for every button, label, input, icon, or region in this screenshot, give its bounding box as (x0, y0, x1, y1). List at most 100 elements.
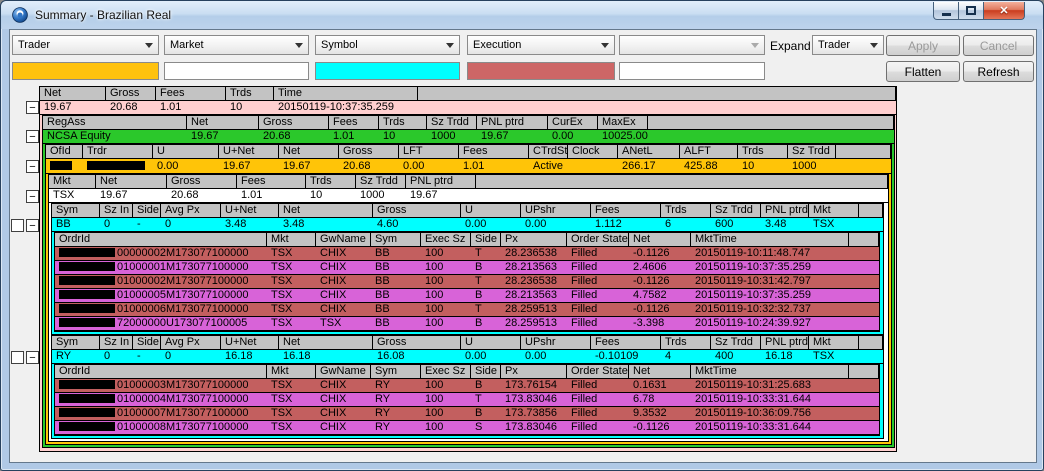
cancel-button[interactable]: Cancel (963, 35, 1034, 56)
orders-header-row[interactable]: OrdrIdMktGwNameSymExec SzSidePxOrder Sta… (55, 233, 879, 247)
symbol-header-row[interactable]: SymSz InSideAvg PxU+NetNetGrossUUPshrFee… (52, 204, 883, 218)
collapse-regass-button[interactable]: − (26, 130, 39, 143)
column-header[interactable]: Order State (567, 365, 629, 378)
column-header[interactable]: Mkt (809, 204, 859, 217)
regass-header-row[interactable]: RegAssNetGrossFeesTrdsSz TrddPNL ptrdCur… (43, 116, 894, 130)
trader-filter-input[interactable] (12, 62, 159, 80)
column-header[interactable]: Sym (371, 233, 421, 246)
order-row[interactable]: 00000002M173077100000TSXCHIXBB100T28.236… (55, 247, 879, 261)
column-header[interactable]: Net (40, 87, 106, 100)
collapse-summary-button[interactable]: − (26, 101, 39, 114)
market-row[interactable]: TSX19.6720.681.0110100019.67 (49, 189, 888, 203)
order-row[interactable]: 01000007M173077100000TSXCHIXRY100B173.73… (55, 407, 879, 421)
column-header[interactable]: Mkt (267, 365, 316, 378)
column-header[interactable]: Gross (167, 175, 237, 188)
order-row[interactable]: 01000008M173077100000TSXCHIXRY100S173.83… (55, 421, 879, 435)
column-header[interactable]: OrdrId (55, 233, 267, 246)
office-row[interactable]: 0.0019.6719.6720.680.001.01Active266.174… (46, 159, 891, 174)
orders-header-row[interactable]: OrdrIdMktGwNameSymExec SzSidePxOrder Sta… (55, 365, 879, 379)
column-header[interactable]: Sym (371, 365, 421, 378)
column-header[interactable]: RegAss (43, 116, 187, 129)
column-header[interactable] (859, 336, 883, 349)
column-header[interactable]: Time (274, 87, 418, 100)
column-header[interactable]: PNL ptrd (761, 336, 809, 349)
column-header[interactable]: U+Net (221, 336, 279, 349)
symbol-header-row[interactable]: SymSz InSideAvg PxU+NetNetGrossUUPshrFee… (52, 336, 883, 350)
column-header[interactable]: Net (96, 175, 167, 188)
column-header[interactable] (849, 233, 879, 246)
column-header[interactable]: PNL ptrd (761, 204, 809, 217)
minimize-button[interactable] (933, 2, 959, 20)
column-header[interactable]: Trds (226, 87, 274, 100)
column-header[interactable]: MktTime (691, 365, 849, 378)
column-header[interactable]: Trds (661, 336, 711, 349)
order-row[interactable]: 01000002M173077100000TSXCHIXBB100T28.236… (55, 275, 879, 289)
column-header[interactable]: Gross (106, 87, 156, 100)
symbol-filter-combo[interactable]: Symbol (315, 35, 460, 55)
column-header[interactable]: LFT (399, 145, 459, 158)
column-header[interactable] (849, 365, 879, 378)
titlebar[interactable]: Summary - Brazilian Real ✕ (1, 1, 1043, 29)
office-header-row[interactable]: OfIdTrdrUU+NetNetGrossLFTFeesCTrdStClock… (46, 145, 891, 159)
column-header[interactable]: OrdrId (55, 365, 267, 378)
column-header[interactable]: Px (501, 365, 567, 378)
column-header[interactable]: Sz In (100, 204, 133, 217)
column-header[interactable]: UPshr (521, 204, 591, 217)
column-header[interactable]: Mkt (809, 336, 859, 349)
column-header[interactable] (418, 87, 896, 100)
column-header[interactable]: UPshr (521, 336, 591, 349)
column-header[interactable]: U (461, 204, 521, 217)
column-header[interactable]: Trds (738, 145, 788, 158)
column-header[interactable]: U+Net (221, 204, 279, 217)
column-header[interactable] (836, 145, 891, 158)
column-header[interactable]: GwName (316, 233, 371, 246)
column-header[interactable]: Avg Px (161, 204, 221, 217)
select-symbol-ry-checkbox[interactable] (11, 351, 24, 364)
column-header[interactable]: Sz In (100, 336, 133, 349)
trader-filter-combo[interactable]: Trader (12, 35, 159, 55)
order-row[interactable]: 01000001M173077100000TSXCHIXBB100B28.213… (55, 261, 879, 275)
order-row[interactable]: 01000005M173077100000TSXCHIXBB100B28.213… (55, 289, 879, 303)
extra-filter-input[interactable] (619, 62, 765, 80)
column-header[interactable]: Gross (373, 204, 461, 217)
column-header[interactable]: U (153, 145, 219, 158)
column-header[interactable]: Side (133, 336, 161, 349)
column-header[interactable]: Fees (156, 87, 226, 100)
order-row[interactable]: 72000000U173077100005TSXTSXBB100B28.2595… (55, 317, 879, 331)
symbol-row[interactable]: RY0-016.1816.1816.080.000.00-0.101094400… (52, 350, 883, 364)
execution-filter-combo[interactable]: Execution (467, 35, 615, 55)
column-header[interactable]: Fees (329, 116, 379, 129)
order-row[interactable]: 01000006M173077100000TSXCHIXBB100T28.259… (55, 303, 879, 317)
column-header[interactable]: Exec Sz (421, 233, 471, 246)
column-header[interactable]: Px (501, 233, 567, 246)
column-header[interactable]: Net (279, 145, 339, 158)
column-header[interactable]: Side (133, 204, 161, 217)
column-header[interactable]: Fees (459, 145, 529, 158)
column-header[interactable]: Sym (52, 336, 100, 349)
column-header[interactable]: Avg Px (161, 336, 221, 349)
column-header[interactable]: Clock (568, 145, 618, 158)
column-header[interactable]: Trds (306, 175, 356, 188)
column-header[interactable]: ANetL (618, 145, 680, 158)
column-header[interactable]: Fees (237, 175, 306, 188)
column-header[interactable]: Net (629, 233, 691, 246)
column-header[interactable]: OfId (46, 145, 83, 158)
order-row[interactable]: 01000003M173077100000TSXCHIXRY100B173.76… (55, 379, 879, 393)
market-header-row[interactable]: MktNetGrossFeesTrdsSz TrddPNL ptrd (49, 175, 888, 189)
column-header[interactable] (648, 116, 894, 129)
column-header[interactable]: MaxEx (598, 116, 648, 129)
apply-button[interactable]: Apply (886, 35, 960, 56)
column-header[interactable]: Gross (259, 116, 329, 129)
column-header[interactable]: CTrdSt (529, 145, 568, 158)
column-header[interactable]: Trdr (83, 145, 153, 158)
column-header[interactable]: Sz Trdd (427, 116, 477, 129)
column-header[interactable]: PNL ptrd (406, 175, 476, 188)
market-filter-combo[interactable]: Market (164, 35, 309, 55)
symbol-row[interactable]: BB0-03.483.484.600.000.001.11266003.48TS… (52, 218, 883, 232)
maximize-button[interactable] (958, 2, 984, 20)
column-header[interactable]: U+Net (219, 145, 279, 158)
column-header[interactable]: Order State (567, 233, 629, 246)
column-header[interactable]: Net (187, 116, 259, 129)
column-header[interactable]: Exec Sz (421, 365, 471, 378)
column-header[interactable]: Sym (52, 204, 100, 217)
